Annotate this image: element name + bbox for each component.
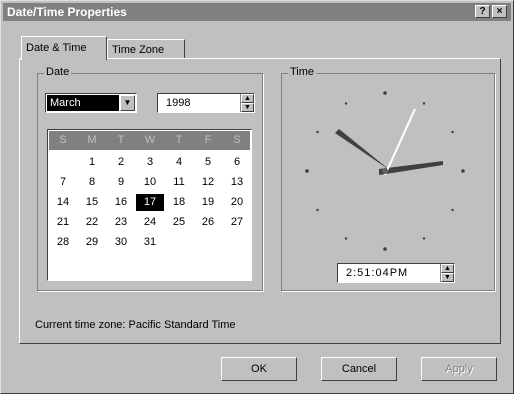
weekday-label: F [204,134,212,146]
calendar-day[interactable]: 16 [107,194,135,211]
help-button[interactable]: ? [475,5,490,18]
calendar-day[interactable]: 28 [49,234,77,251]
calendar-day[interactable]: 24 [136,214,164,231]
calendar-day[interactable]: 26 [194,214,222,231]
calendar[interactable]: S M T W T F S 1 2 3 4 5 6 7 8 9 10 11 12 13 14 15 16 17 1… [47,129,252,281]
tab-time-zone[interactable]: Time Zone [107,39,185,59]
year-stepper[interactable]: 1998 ▲ ▼ [157,93,255,113]
clock-hour-mark [316,130,319,134]
time-spin[interactable]: ▲ ▼ [440,264,454,282]
clock-center [382,168,388,174]
calendar-day[interactable]: 13 [223,174,251,191]
calendar-day[interactable]: 4 [165,154,193,171]
spin-down-icon[interactable]: ▼ [441,273,454,282]
calendar-day[interactable]: 23 [107,214,135,231]
month-value: March [47,95,119,111]
clock-hour-mark [344,237,348,240]
calendar-day[interactable]: 8 [78,174,106,191]
spin-up-icon[interactable]: ▲ [441,264,454,273]
clock-hour-mark [305,169,309,173]
chevron-down-icon[interactable]: ▼ [120,95,135,111]
weekday-label: S [233,134,241,146]
calendar-day[interactable]: 21 [49,214,77,231]
clock-hour-mark [451,208,454,212]
calendar-day[interactable]: 1 [78,154,106,171]
year-value: 1998 [166,97,191,109]
clock-hour-mark [316,208,319,212]
calendar-day[interactable]: 7 [49,174,77,191]
clock-hour-mark [383,91,387,95]
calendar-day[interactable]: 11 [165,174,193,191]
apply-button[interactable]: Apply [421,357,497,381]
calendar-day[interactable]: 9 [107,174,135,191]
weekday-label: M [87,134,97,146]
clock-hour-hand [335,129,391,171]
calendar-day[interactable]: 27 [223,214,251,231]
calendar-day[interactable]: 12 [194,174,222,191]
calendar-day[interactable]: 15 [78,194,106,211]
ok-button[interactable]: OK [221,357,297,381]
tab-date-time[interactable]: Date & Time [21,36,107,60]
cancel-button[interactable]: Cancel [321,357,397,381]
calendar-day[interactable]: 20 [223,194,251,211]
calendar-day[interactable]: 18 [165,194,193,211]
clock-hour-mark [422,237,426,240]
clock-hour-mark [344,102,348,105]
calendar-day[interactable]: 19 [194,194,222,211]
window-title: Date/Time Properties [7,5,127,19]
date-time-properties-window: Date/Time Properties ? × Date & Time Tim… [0,0,514,394]
time-stepper[interactable]: 2:51:04PM ▲ ▼ [337,263,455,283]
calendar-day[interactable]: 17 [136,194,164,211]
calendar-day[interactable]: 6 [223,154,251,171]
current-time-zone-text: Current time zone: Pacific Standard Time [35,319,236,331]
calendar-day[interactable]: 30 [107,234,135,251]
weekday-label: T [175,134,183,146]
spin-down-icon[interactable]: ▼ [241,103,254,112]
close-button[interactable]: × [492,5,507,18]
calendar-day[interactable]: 31 [136,234,164,251]
calendar-day[interactable]: 22 [78,214,106,231]
clock-hour-mark [422,102,426,105]
calendar-day[interactable]: 3 [136,154,164,171]
weekday-label: T [117,134,125,146]
calendar-weekday-header: S M T W T F S [49,131,250,150]
title-bar: Date/Time Properties ? × [3,3,511,21]
time-value: 2:51:04PM [346,267,409,279]
time-group-label: Time [288,66,317,78]
calendar-day[interactable]: 29 [78,234,106,251]
calendar-day[interactable]: 14 [49,194,77,211]
weekday-label: W [144,134,156,146]
calendar-day[interactable]: 2 [107,154,135,171]
calendar-day[interactable]: 5 [194,154,222,171]
spin-up-icon[interactable]: ▲ [241,94,254,103]
clock-hour-mark [461,169,465,173]
month-select[interactable]: March ▼ [45,93,137,113]
weekday-label: S [59,134,67,146]
calendar-day[interactable]: 10 [136,174,164,191]
date-group-label: Date [44,66,72,78]
clock-hour-mark [451,130,454,134]
analog-clock [305,91,465,251]
clock-hour-mark [383,247,387,251]
year-spin[interactable]: ▲ ▼ [240,94,254,112]
calendar-day[interactable]: 25 [165,214,193,231]
